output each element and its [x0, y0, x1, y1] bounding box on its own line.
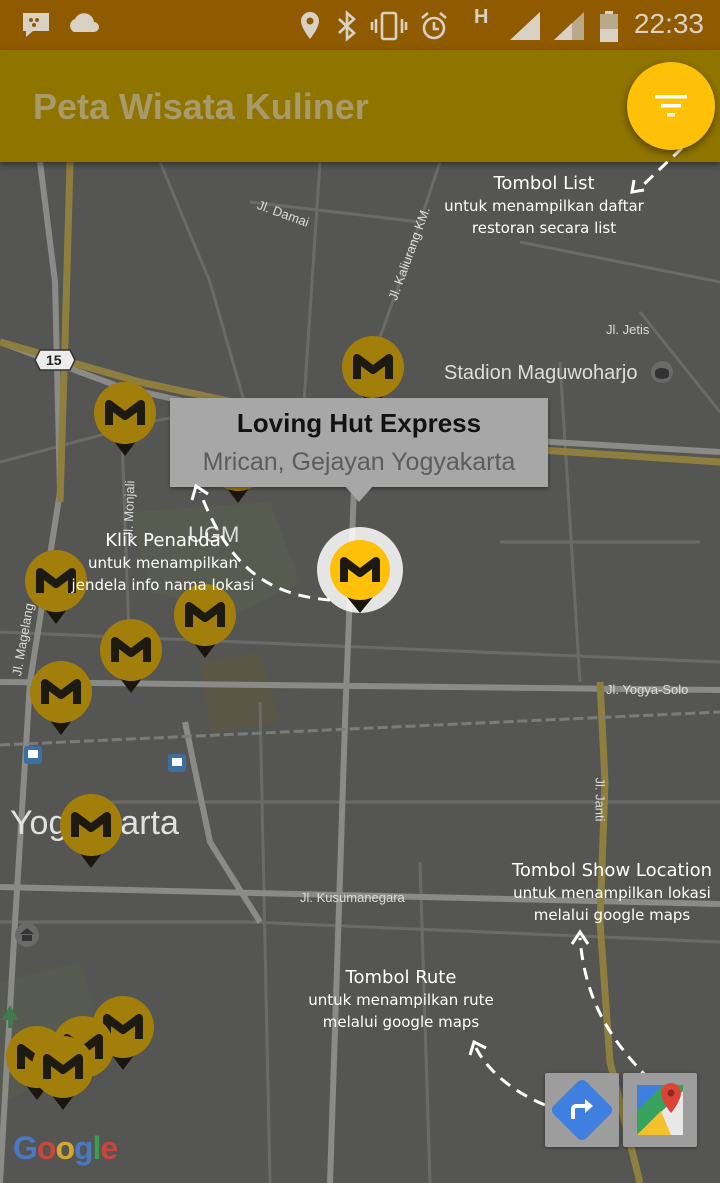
show-location-button[interactable] — [623, 1073, 697, 1147]
list-button[interactable] — [627, 62, 715, 150]
directions-icon — [551, 1079, 613, 1141]
annotation-show-location: Tombol Show Location untuk menampilkan l… — [504, 860, 720, 926]
annotation-line: untuk menampilkan daftar — [444, 197, 644, 215]
annotation-title: Tombol Rute — [345, 967, 457, 988]
annotation-title: Klik Penanda — [105, 530, 221, 551]
annotation-line: untuk menampilkan rute — [308, 991, 494, 1009]
route-button[interactable] — [545, 1073, 619, 1147]
annotation-line: melalui google maps — [533, 906, 691, 924]
annotation-line: jendela info nama lokasi — [71, 576, 255, 594]
annotation-route: Tombol Rute untuk menampilkan rute melal… — [296, 967, 506, 1033]
google-maps-icon — [637, 1083, 683, 1135]
annotation-list-button: Tombol List untuk menampilkan daftar res… — [426, 173, 662, 239]
annotation-marker: Klik Penanda untuk menampilkan jendela i… — [58, 530, 268, 596]
annotation-title: Tombol List — [493, 173, 595, 194]
annotation-title: Tombol Show Location — [511, 860, 713, 881]
filter-list-icon — [655, 95, 687, 117]
annotation-line: melalui google maps — [322, 1013, 480, 1031]
annotation-line: untuk menampilkan — [88, 554, 238, 572]
annotation-line: restoran secara list — [471, 219, 617, 237]
annotation-line: untuk menampilkan lokasi — [513, 884, 711, 902]
